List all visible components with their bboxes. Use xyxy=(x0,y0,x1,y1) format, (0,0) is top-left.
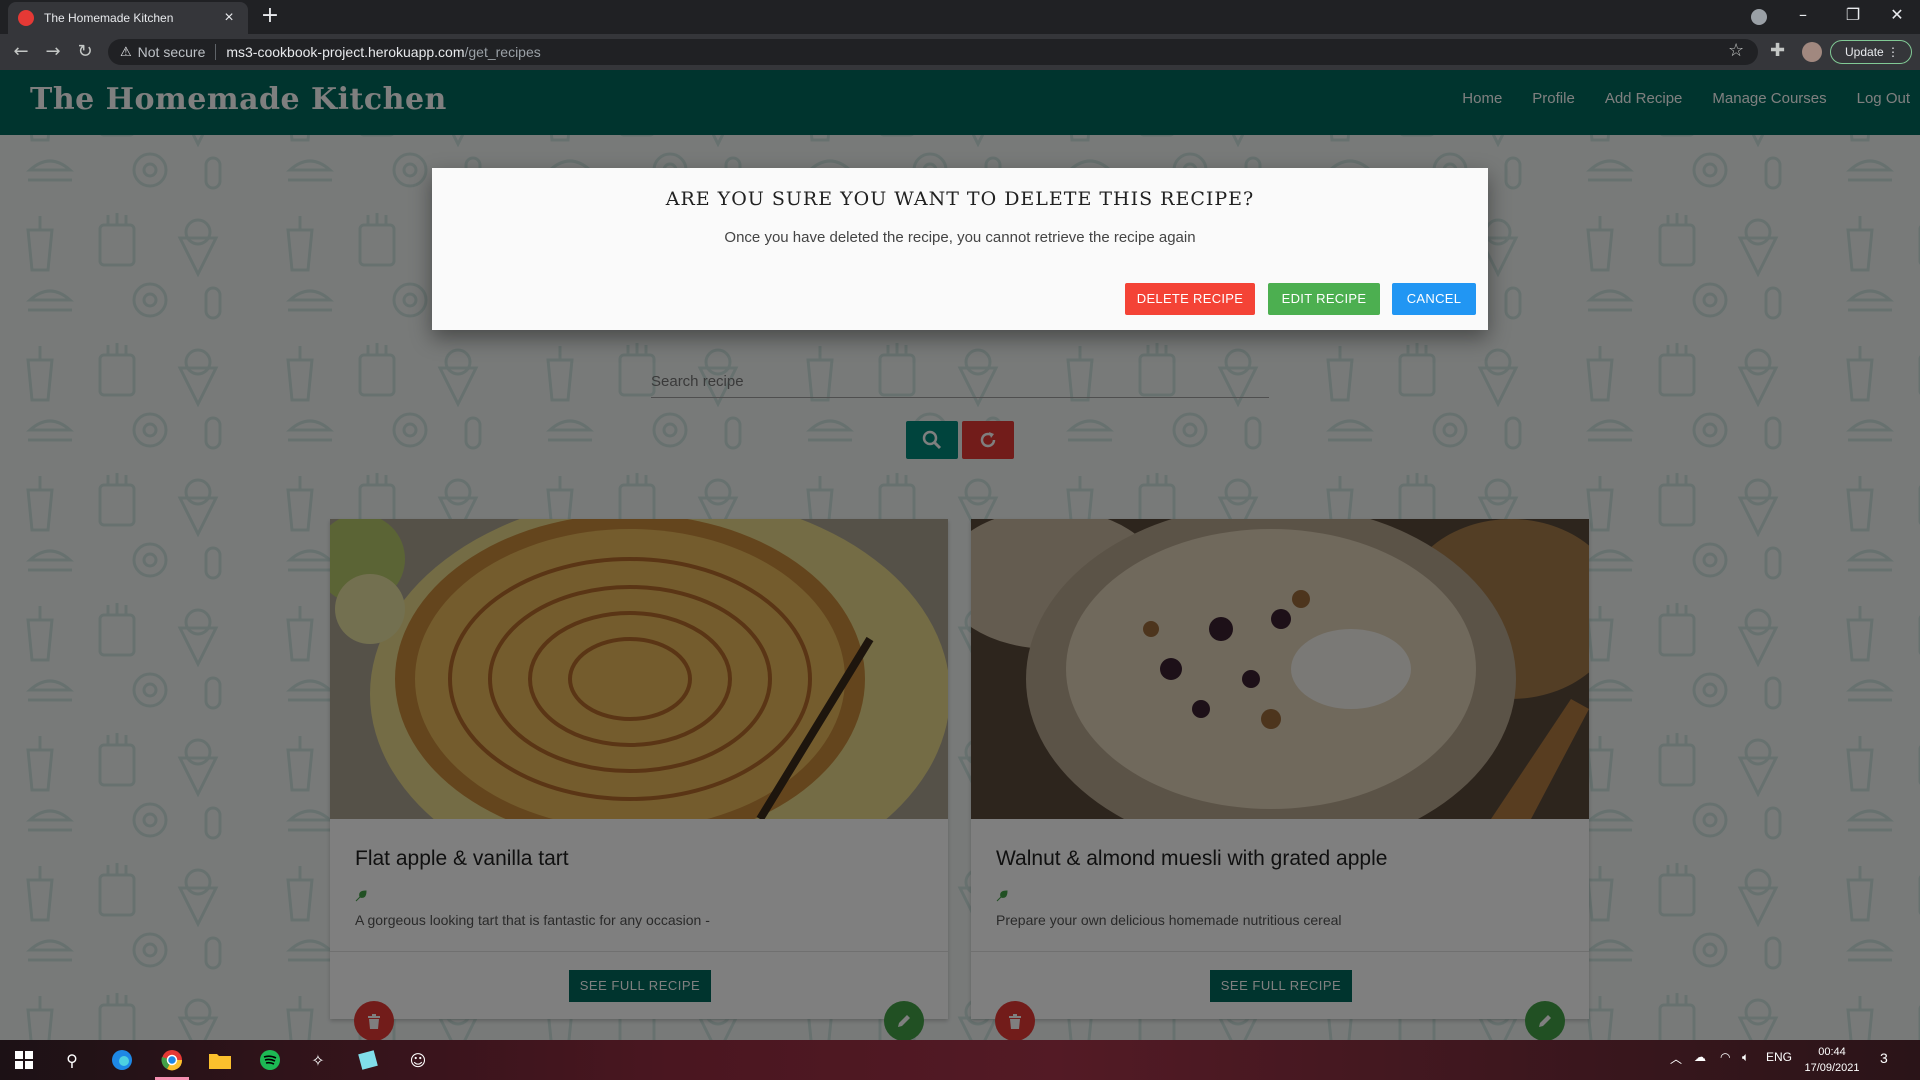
wifi-icon[interactable]: ◠ xyxy=(1720,1050,1730,1064)
extensions-puzzle-icon[interactable]: ✚ xyxy=(1770,40,1785,61)
windows-start-icon[interactable] xyxy=(12,1048,36,1072)
file-explorer-icon[interactable] xyxy=(208,1048,232,1072)
url-host: ms3-cookbook-project.herokuapp.com xyxy=(226,44,465,60)
minimize-button[interactable]: – xyxy=(1780,0,1826,30)
bookmark-star-icon[interactable]: ☆ xyxy=(1728,40,1744,61)
modal-message: Once you have deleted the recipe, you ca… xyxy=(724,229,1196,246)
cloud-icon[interactable]: ☁ xyxy=(1694,1050,1706,1064)
app-icon[interactable]: ✧ xyxy=(306,1048,330,1072)
update-button[interactable]: Update ⋮ xyxy=(1830,40,1912,64)
browser-toolbar: ← → ↻ ⚠ Not secure ms3-cookbook-project.… xyxy=(0,34,1920,70)
chrome-browser-icon[interactable] xyxy=(160,1048,184,1072)
edit-recipe-modal-button[interactable]: EDIT RECIPE xyxy=(1268,283,1380,315)
notes-app-icon[interactable] xyxy=(356,1048,380,1072)
forward-arrow-icon[interactable]: → xyxy=(40,40,66,64)
window-close-button[interactable]: ✕ xyxy=(1874,0,1920,30)
windows-taskbar: ⚲ ✧ ☺ ︿ ☁ ◠ 🔈︎ ENG 00:44 17/09/2021 3 xyxy=(0,1040,1920,1080)
reload-icon[interactable]: ↻ xyxy=(72,40,98,64)
clock-date: 17/09/2021 xyxy=(1804,1062,1860,1074)
back-arrow-icon[interactable]: ← xyxy=(8,40,34,64)
warning-icon: ⚠ xyxy=(120,44,132,59)
edge-browser-icon[interactable] xyxy=(110,1048,134,1072)
tab-close-icon[interactable]: × xyxy=(220,9,238,27)
confirm-delete-button[interactable]: DELETE RECIPE xyxy=(1125,283,1255,315)
restore-button[interactable]: ❐ xyxy=(1830,0,1876,30)
address-bar[interactable]: ⚠ Not secure ms3-cookbook-project.heroku… xyxy=(108,39,1758,65)
delete-confirmation-modal: ARE YOU SURE YOU WANT TO DELETE THIS REC… xyxy=(432,168,1488,330)
notification-count: 3 xyxy=(1880,1050,1888,1066)
web-page: The Homemade Kitchen Home Profile Add Re… xyxy=(0,70,1920,1040)
modal-title: ARE YOU SURE YOU WANT TO DELETE THIS REC… xyxy=(665,188,1255,210)
speaker-icon[interactable]: 🔈︎ xyxy=(1742,1050,1749,1065)
smiley-app-icon[interactable]: ☺ xyxy=(406,1048,430,1072)
cancel-button[interactable]: CANCEL xyxy=(1392,283,1476,315)
tab-search-icon[interactable] xyxy=(1751,9,1767,25)
search-icon[interactable]: ⚲ xyxy=(60,1048,84,1072)
tab-title: The Homemade Kitchen xyxy=(44,11,174,25)
clock-time: 00:44 xyxy=(1818,1046,1846,1058)
site-favicon-icon xyxy=(18,10,34,26)
profile-avatar[interactable] xyxy=(1802,42,1822,62)
taskbar-clock[interactable]: 00:44 17/09/2021 xyxy=(1790,1044,1874,1076)
language-indicator[interactable]: ENG xyxy=(1766,1050,1792,1064)
new-tab-button[interactable]: + xyxy=(258,4,282,28)
url-path: /get_recipes xyxy=(464,44,541,60)
security-status: Not secure xyxy=(137,44,206,60)
notification-center-icon[interactable]: 3 xyxy=(1880,1050,1888,1066)
tray-chevron-icon[interactable]: ︿ xyxy=(1670,1050,1682,1067)
browser-tab-strip: The Homemade Kitchen × + – ❐ ✕ xyxy=(0,0,1920,34)
browser-tab[interactable]: The Homemade Kitchen × xyxy=(8,2,248,34)
url-separator xyxy=(215,44,217,60)
spotify-icon[interactable] xyxy=(258,1048,282,1072)
